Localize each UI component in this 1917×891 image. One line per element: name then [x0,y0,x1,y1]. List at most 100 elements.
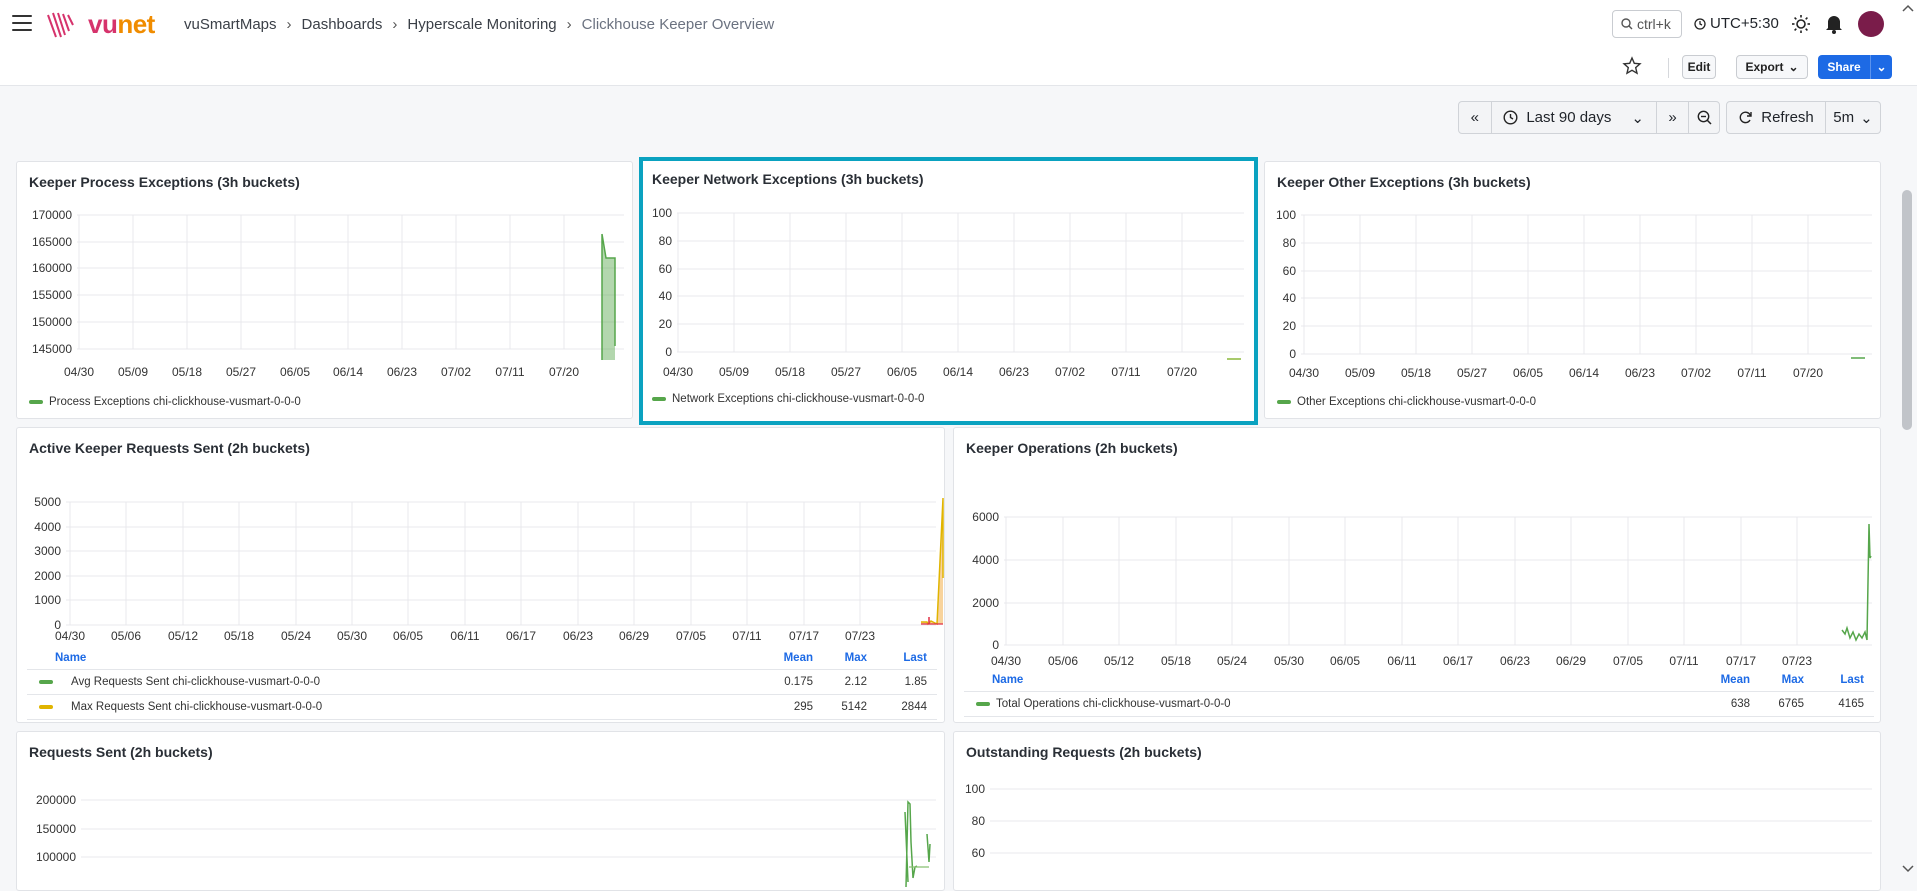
mean-value: 295 [793,701,813,713]
chart-grid [990,788,1872,854]
col-last[interactable]: Last [1840,674,1864,686]
breadcrumb-hyperscale-monitoring[interactable]: Hyperscale Monitoring [407,16,556,33]
x-tick: 07/17 [1726,654,1756,668]
col-max[interactable]: Max [1782,674,1804,686]
share-button[interactable]: Share ⌄ [1818,55,1892,79]
chart-grid [77,214,624,350]
shift-back-button[interactable]: « [1459,102,1492,133]
y-tick: 40 [1283,291,1297,305]
col-name[interactable]: Name [55,652,86,664]
y-tick: 100 [1276,208,1296,222]
theme-toggle-button[interactable] [1790,13,1812,35]
user-avatar[interactable] [1858,11,1884,37]
legend-row[interactable]: Avg Requests Sent chi-clickhouse-vusmart… [27,670,937,695]
x-axis-ticks: 04/30 05/09 05/18 05/27 06/05 06/14 06/2… [64,365,579,379]
y-tick: 60 [659,262,673,276]
legend-row[interactable]: Total Operations chi-clickhouse-vusmart-… [964,692,1874,717]
zoom-out-icon [1697,110,1712,125]
clock-icon [1694,17,1706,30]
x-tick: 04/30 [1289,366,1319,380]
chart-grid [1301,214,1872,355]
last-value: 2844 [901,701,927,713]
scroll-down-icon[interactable] [1902,864,1914,874]
sun-icon [1792,15,1810,33]
notifications-button[interactable] [1823,13,1845,35]
chart-legend[interactable]: Process Exceptions chi-clickhouse-vusmar… [29,396,301,408]
mean-value: 0.175 [784,676,813,688]
double-chevron-right-icon: » [1668,109,1677,126]
time-range-picker: « Last 90 days ⌄ » [1458,101,1720,134]
y-tick: 20 [659,317,673,331]
y-axis-ticks: 170000 165000 160000 155000 150000 14500… [32,208,72,356]
y-tick: 80 [1283,236,1297,250]
x-tick: 07/11 [1111,365,1140,379]
legend-label: Max Requests Sent chi-clickhouse-vusmart… [71,701,323,713]
x-tick: 05/09 [1345,366,1375,380]
refresh-button[interactable]: Refresh [1727,102,1826,133]
y-tick: 4000 [34,520,61,534]
breadcrumb-dashboards[interactable]: Dashboards [302,16,383,33]
time-range-button[interactable]: Last 90 days ⌄ [1492,102,1657,133]
panel-outstanding-requests: Outstanding Requests (2h buckets) 100 80… [953,731,1881,891]
requests-sent-chart: 200000 150000 100000 [36,793,936,888]
network-exceptions-chart: 100 80 60 40 20 0 04/30 05/09 05/18 05/2… [652,206,1244,379]
chevron-down-icon[interactable]: ⌄ [1870,55,1892,79]
export-button[interactable]: Export ⌄ [1736,55,1808,79]
y-tick: 80 [659,234,673,248]
star-icon[interactable] [1622,56,1642,76]
max-value: 6765 [1778,698,1804,710]
shift-forward-button[interactable]: » [1657,102,1690,133]
edit-button[interactable]: Edit [1682,55,1716,79]
x-tick: 07/02 [1681,366,1711,380]
search-icon [1621,18,1633,30]
y-tick: 150000 [32,315,72,329]
x-tick: 05/12 [1104,654,1134,668]
col-mean[interactable]: Mean [784,652,813,664]
x-tick: 06/17 [1443,654,1473,668]
chart-grid [677,212,1244,353]
refresh-icon [1739,111,1752,124]
legend-label: Process Exceptions chi-clickhouse-vusmar… [49,396,301,408]
x-axis-ticks: 04/30 05/06 05/12 05/18 05/24 05/30 06/0… [991,654,1812,668]
y-tick: 100 [652,206,672,220]
chevron-down-icon: ⌄ [1631,109,1644,127]
chevron-right-icon: › [392,16,398,33]
chart-legend[interactable]: Other Exceptions chi-clickhouse-vusmart-… [1277,396,1536,408]
x-tick: 04/30 [64,365,94,379]
x-tick: 07/05 [676,629,706,643]
x-tick: 06/23 [999,365,1029,379]
col-name[interactable]: Name [992,674,1023,686]
legend-row[interactable]: Max Requests Sent chi-clickhouse-vusmart… [27,695,937,720]
y-axis-ticks: 100 80 60 40 20 0 [652,206,672,359]
chevron-right-icon: › [566,16,572,33]
col-last[interactable]: Last [903,652,927,664]
x-axis-ticks: 04/30 05/09 05/18 05/27 06/05 06/14 06/2… [1289,366,1823,380]
x-tick: 07/20 [1167,365,1197,379]
search-button[interactable]: ctrl+k [1612,10,1682,38]
legend-swatch [29,400,43,404]
zoom-out-button[interactable] [1689,102,1719,133]
refresh-interval-button[interactable]: 5m ⌄ [1826,102,1880,133]
keeper-operations-chart: 6000 4000 2000 0 04/30 05/06 05/12 05/18… [972,510,1872,668]
x-tick: 05/18 [1401,366,1431,380]
x-tick: 06/14 [1569,366,1599,380]
timezone-selector[interactable]: UTC+5:30 [1694,15,1779,32]
breadcrumb-vusmartmaps[interactable]: vuSmartMaps [184,16,277,33]
col-max[interactable]: Max [845,652,867,664]
col-mean[interactable]: Mean [1721,674,1750,686]
divider [1668,58,1669,78]
chart-legend[interactable]: Network Exceptions chi-clickhouse-vusmar… [652,393,924,405]
legend-table: Name Mean Max Last Avg Requests Sent chi… [27,649,937,720]
y-axis-ticks: 200000 150000 100000 [36,793,76,864]
x-tick: 06/14 [943,365,973,379]
series-line-requests-sent [904,800,918,888]
scroll-up-icon[interactable] [1902,3,1914,13]
legend-swatch [39,705,53,709]
y-tick: 0 [665,345,672,359]
y-tick: 1000 [34,593,61,607]
menu-icon[interactable] [12,15,32,31]
vunet-logo[interactable]: vunet [88,9,155,40]
x-tick: 06/23 [563,629,593,643]
x-tick: 05/24 [281,629,311,643]
page-scrollbar[interactable] [1902,190,1912,430]
